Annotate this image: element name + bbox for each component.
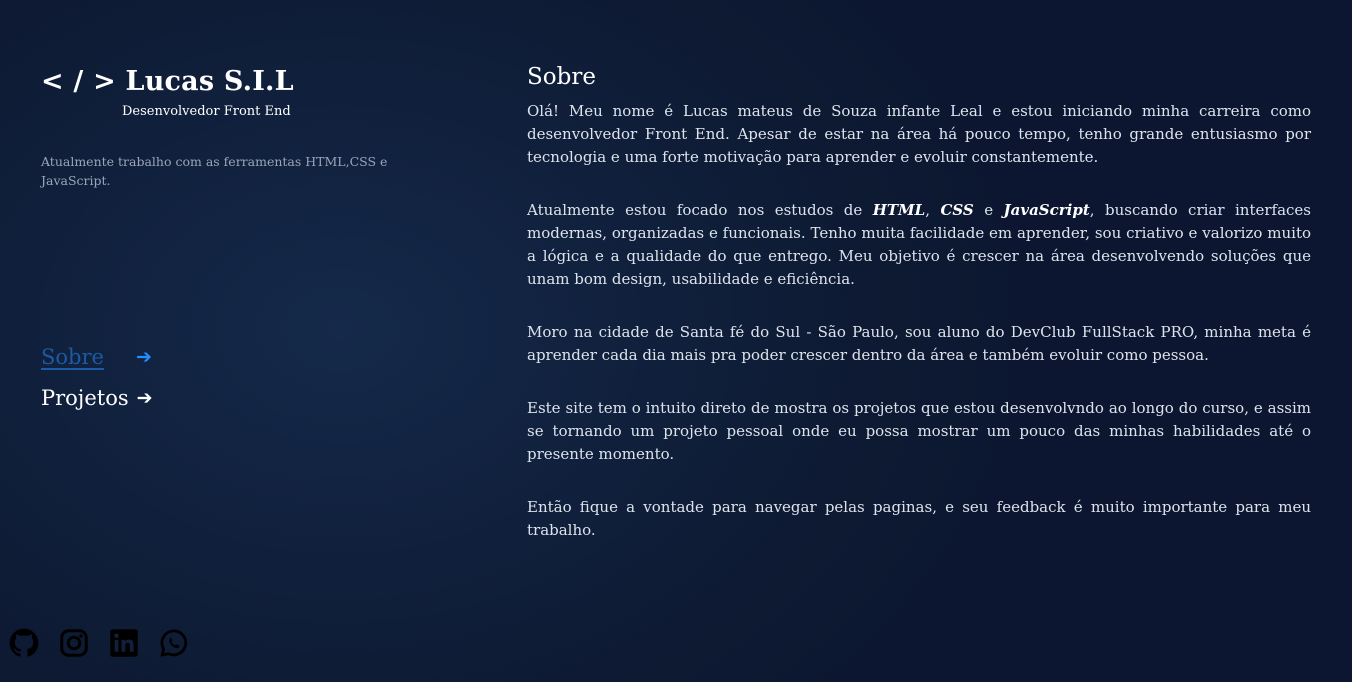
section-title: Sobre	[527, 64, 596, 90]
brand-name: Lucas S.I.L	[125, 66, 294, 97]
arrow-right-icon[interactable]: ➔	[136, 346, 152, 368]
nav-item-label[interactable]: Projetos	[41, 386, 129, 410]
about-section: Sobre Olá! Meu nome é Lucas mateus de So…	[527, 64, 1311, 572]
nav-item-sobre[interactable]: Sobre ➔	[41, 342, 153, 372]
nav-item-label[interactable]: Sobre	[41, 345, 104, 369]
nav-item-projetos[interactable]: Projetos ➔	[41, 383, 153, 413]
linkedin-icon[interactable]	[109, 628, 139, 658]
instagram-icon[interactable]	[59, 628, 89, 658]
about-paragraph-3: Moro na cidade de Santa fé do Sul - São …	[527, 323, 1311, 364]
intro-text: Atualmente trabalho com as ferramentas H…	[41, 154, 388, 188]
tech-html: HTML	[872, 201, 926, 219]
about-paragraph-1: Olá! Meu nome é Lucas mateus de Souza in…	[527, 102, 1311, 166]
page: < / > Lucas S.I.L Desenvolvedor Front En…	[0, 0, 1352, 682]
whatsapp-icon[interactable]	[159, 628, 189, 658]
brand-subtitle: Desenvolvedor Front End	[122, 104, 291, 119]
paragraph-text: Atualmente estou focado nos estudos de	[527, 201, 873, 219]
about-paragraph-5: Então fique a vontade para navegar pelas…	[527, 498, 1311, 539]
about-paragraph-2: Atualmente estou focado nos estudos de H…	[527, 199, 1311, 291]
brand-symbol: < / >	[41, 66, 116, 97]
about-paragraph-4: Este site tem o intuito direto de mostra…	[527, 399, 1311, 463]
arrow-right-icon[interactable]: ➔	[137, 387, 153, 409]
paragraph-text: ,	[925, 201, 941, 219]
tech-css: CSS	[940, 201, 974, 219]
tech-javascript: JavaScript	[1003, 201, 1090, 219]
social-links	[9, 628, 189, 658]
main-nav: Sobre ➔ Projetos ➔	[41, 342, 153, 424]
github-icon[interactable]	[9, 628, 39, 658]
brand-title: < / > Lucas S.I.L	[41, 66, 294, 97]
paragraph-text: e	[973, 201, 1004, 219]
